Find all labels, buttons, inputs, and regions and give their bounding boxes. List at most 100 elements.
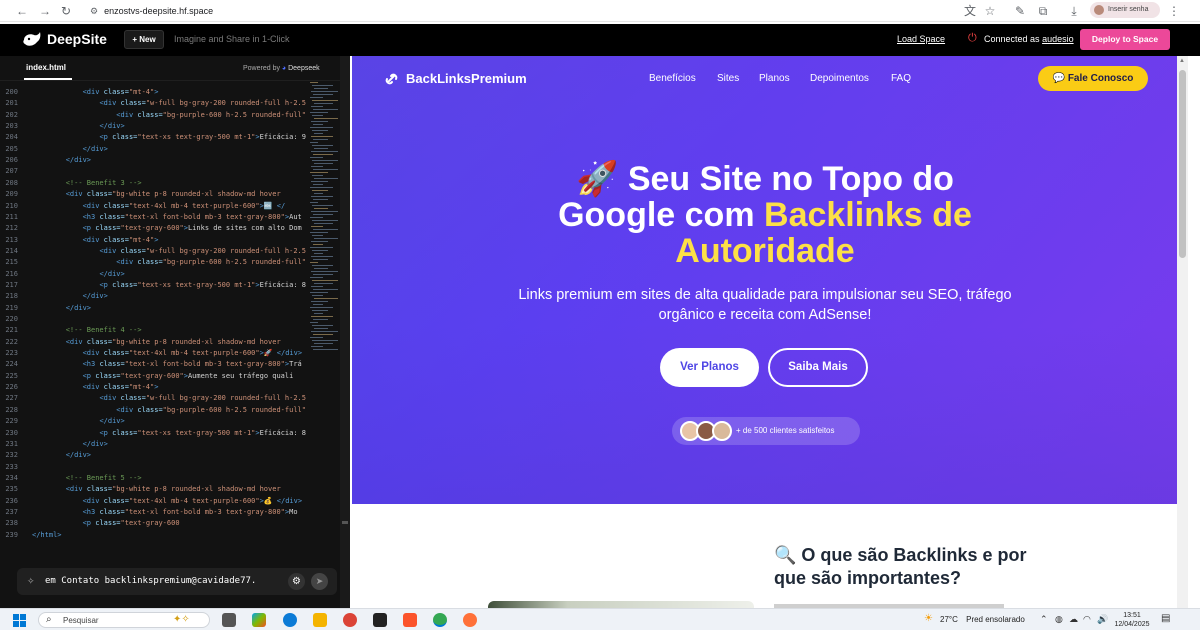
chrome-active-icon[interactable] [433,613,447,627]
code-line[interactable]: 207 [0,166,300,177]
browser-menu-icon[interactable]: ⋮ [1166,3,1182,19]
file-explorer-icon[interactable] [313,613,327,627]
prompt-input[interactable]: em Contato backlinkspremium@cavidade77.c [45,576,255,586]
minimap-line [310,322,318,323]
code-line[interactable]: 234 <!-- Benefit 5 --> [0,473,300,484]
taskbar-clock[interactable]: 13:51 12/04/2025 [1111,611,1153,629]
code-line[interactable]: 221 <!-- Benefit 4 --> [0,325,300,336]
send-icon[interactable]: ➤ [311,573,328,590]
code-line[interactable]: 219 </div> [0,303,300,314]
code-line[interactable]: 227 <div class="w-full bg-gray-200 round… [0,393,306,404]
view-plans-button[interactable]: Ver Planos [660,348,759,387]
volume-icon[interactable]: 🔊 [1097,614,1108,625]
code-line[interactable]: 214 <div class="w-full bg-gray-200 round… [0,246,306,257]
cloud-icon[interactable]: ☁ [1069,614,1078,625]
site-info-icon[interactable]: ⚙ [90,6,98,16]
notifications-icon[interactable]: ▤ [1161,613,1170,624]
address-bar[interactable]: ⚙ enzostvs-deepsite.hf.space [80,2,940,20]
code-line[interactable]: 204 <p class="text-xs text-gray-500 mt-1… [0,132,306,143]
code-line[interactable]: 223 <div class="text-4xl mb-4 text-purpl… [0,348,302,359]
code-line[interactable]: 235 <div class="bg-white p-8 rounded-xl … [0,484,300,495]
minimap-line [312,265,333,266]
code-line[interactable]: 224 <h3 class="text-xl font-bold mb-3 te… [0,359,301,370]
firefox-icon[interactable] [463,613,477,627]
nav-depoimentos[interactable]: Depoimentos [810,73,869,84]
code-line[interactable]: 203 </div> [0,121,300,132]
task-view-icon[interactable] [222,613,236,627]
editor-scrollbar[interactable] [340,56,350,608]
code-line[interactable]: 202 <div class="bg-purple-600 h-2.5 roun… [0,110,306,121]
password-pill[interactable]: Inserir senha [1090,2,1160,18]
edge-icon[interactable] [283,613,297,627]
windows-start-icon[interactable] [13,614,26,627]
code-line[interactable]: 205 </div> [0,144,300,155]
tray-app-icon[interactable]: ◍ [1055,614,1063,625]
editor-scroll-thumb[interactable] [342,521,348,524]
prompt-bar[interactable]: ✧ em Contato backlinkspremium@cavidade77… [17,568,337,595]
code-line[interactable]: 218 </div> [0,291,300,302]
connected-user-link[interactable]: audesio [1042,34,1074,44]
code-line[interactable]: 238 <p class="text-gray-600 [0,518,300,529]
pen-icon[interactable]: ✎ [1012,3,1028,19]
preview-scrollbar[interactable]: ▲ [1177,56,1188,608]
code-line[interactable]: 231 </div> [0,439,300,450]
nav-sites[interactable]: Sites [717,73,739,84]
extensions-icon[interactable]: ⧉ [1035,3,1051,19]
learn-more-button[interactable]: Saiba Mais [768,348,868,387]
code-line[interactable]: 217 <p class="text-xs text-gray-500 mt-1… [0,280,306,291]
back-arrow-icon[interactable]: ← [14,3,30,19]
code-line[interactable]: 237 <h3 class="text-xl font-bold mb-3 te… [0,507,300,518]
code-line[interactable]: 233 [0,462,300,473]
deploy-button[interactable]: Deploy to Space [1080,29,1170,50]
code-line[interactable]: 226 <div class="mt-4"> [0,382,300,393]
download-icon[interactable]: ⤓ [1066,3,1082,19]
code-line[interactable]: 236 <div class="text-4xl mb-4 text-purpl… [0,496,302,507]
scroll-up-icon[interactable]: ▲ [1179,58,1185,64]
chrome-icon[interactable] [343,613,357,627]
code-line[interactable]: 216 </div> [0,269,300,280]
contact-button[interactable]: 💬 Fale Conosco [1038,66,1148,91]
code-token: <!-- Benefit 3 --> [65,178,142,187]
code-line[interactable]: 201 <div class="w-full bg-gray-200 round… [0,98,306,109]
code-line[interactable]: 206 </div> [0,155,300,166]
load-space-link[interactable]: Load Space [897,34,945,44]
code-line[interactable]: 232 </div> [0,450,300,461]
code-line[interactable]: 239 </html> [0,530,300,541]
brave-icon[interactable] [403,613,417,627]
taskbar-search[interactable]: ⌕ Pesquisar ✦✧ [38,612,210,628]
code-line[interactable]: 220 [0,314,300,325]
wifi-icon[interactable]: ◠ [1083,614,1091,625]
nav-faq[interactable]: FAQ [891,73,911,84]
code-line[interactable]: 215 <div class="bg-purple-600 h-2.5 roun… [0,257,306,268]
bookmark-star-icon[interactable]: ☆ [982,3,998,19]
nav-beneficios[interactable]: Benefícios [649,73,696,84]
code-line[interactable]: 230 <p class="text-xs text-gray-500 mt-1… [0,428,306,439]
minimap-line [314,103,333,104]
copilot-icon[interactable] [252,613,266,627]
code-lines[interactable]: 200 <div class="mt-4"> 201 <div class="w-… [0,87,306,549]
code-line[interactable]: 200 <div class="mt-4"> [0,87,300,98]
code-line[interactable]: 213 <div class="mt-4"> [0,235,300,246]
code-line[interactable]: 212 <p class="text-gray-600">Links de si… [0,223,301,234]
code-minimap[interactable] [310,82,340,352]
site-brand[interactable]: BackLinksPremium [406,71,527,86]
weather-widget[interactable]: 27°C Pred ensolarado [940,615,1025,624]
code-line[interactable]: 208 <!-- Benefit 3 --> [0,178,300,189]
tab-index-html[interactable]: index.html [26,63,66,72]
preview-scroll-thumb[interactable] [1179,70,1186,258]
code-line[interactable]: 211 <h3 class="text-xl font-bold mb-3 te… [0,212,301,223]
code-line[interactable]: 225 <p class="text-gray-600">Aumente seu… [0,371,300,382]
nav-planos[interactable]: Planos [759,73,790,84]
code-line[interactable]: 229 </div> [0,416,300,427]
tray-chevron-icon[interactable]: ⌃ [1040,614,1048,625]
reload-icon[interactable]: ↻ [58,3,74,19]
settings-gear-icon[interactable]: ⚙ [288,573,305,590]
translate-icon[interactable]: 文 [962,3,978,19]
new-button[interactable]: + New [124,30,164,49]
code-line[interactable]: 228 <div class="bg-purple-600 h-2.5 roun… [0,405,306,416]
code-line[interactable]: 209 <div class="bg-white p-8 rounded-xl … [0,189,300,200]
code-line[interactable]: 210 <div class="text-4xl mb-4 text-purpl… [0,201,300,212]
capcut-icon[interactable] [373,613,387,627]
code-line[interactable]: 222 <div class="bg-white p-8 rounded-xl … [0,337,300,348]
forward-arrow-icon[interactable]: → [37,3,53,19]
